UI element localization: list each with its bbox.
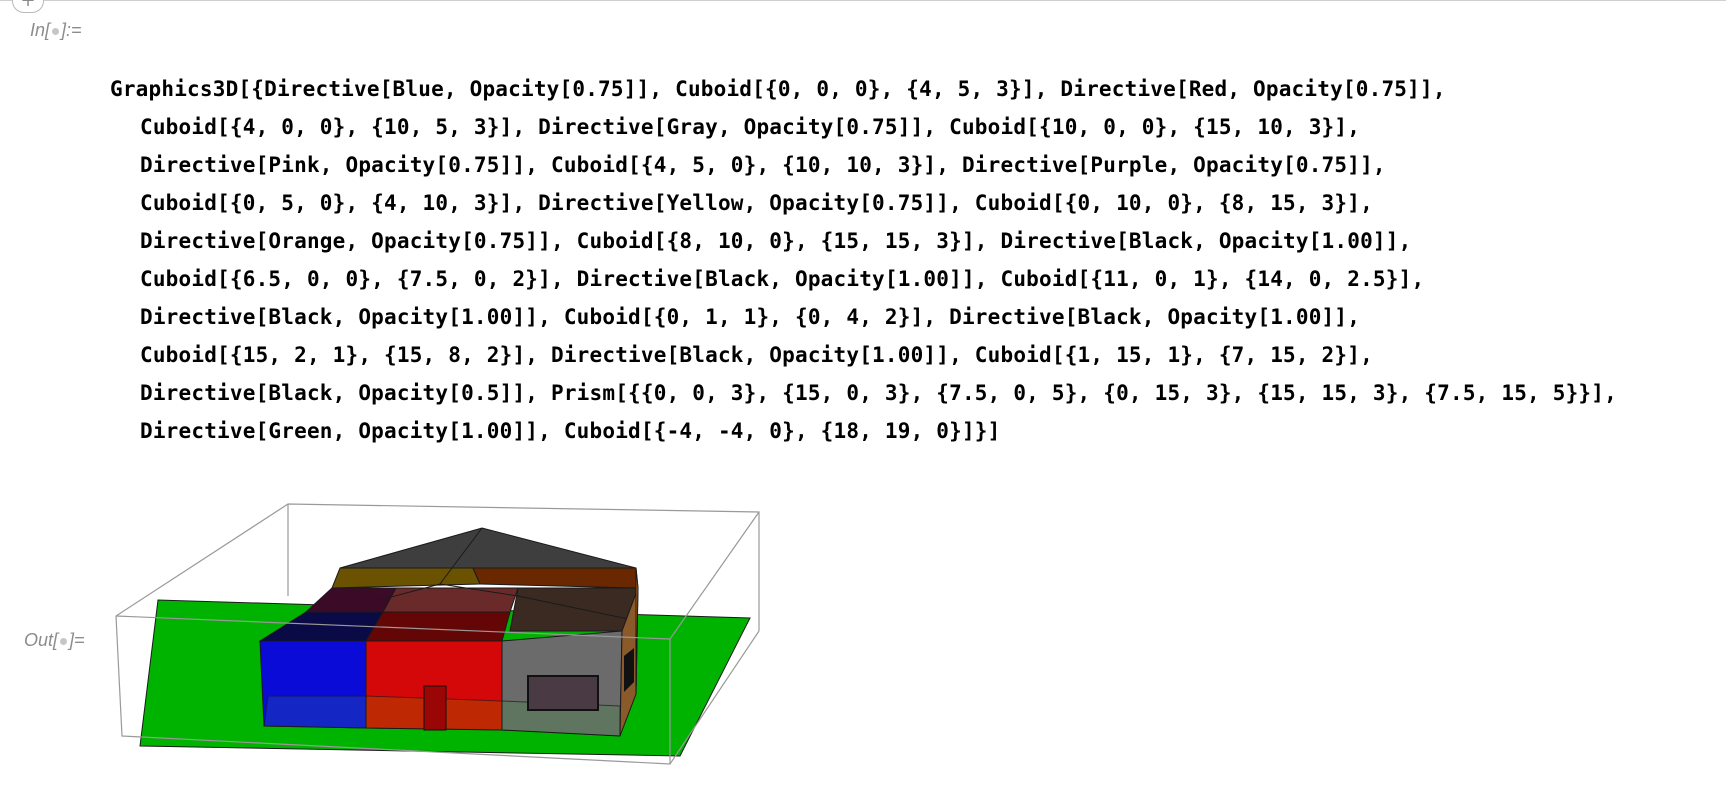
front-window [527,675,599,711]
roof-back-slope [339,527,637,569]
pink-room-top [382,587,519,613]
code-line: Directive[Orange, Opacity[0.75]], Cuboid… [140,229,1412,253]
code-line: Directive[Black, Opacity[1.00]], Cuboid[… [140,305,1361,329]
purple-room-top [304,587,397,613]
red-room-top [365,611,511,642]
graphics3d-output[interactable] [110,496,770,786]
gray-room-top [509,587,639,632]
input-cell-label: In[]:= [30,20,82,40]
yellow-room-top [331,567,481,589]
house-3d-render [115,503,760,765]
add-cell-button[interactable]: + [12,0,44,13]
code-line: Graphics3D[{Directive[Blue, Opacity[0.75… [110,77,1446,101]
cell-number-placeholder-icon [60,637,68,645]
cell-top-divider [0,0,1726,1]
code-line: Cuboid[{0, 5, 0}, {4, 10, 3}], Directive… [140,191,1373,215]
code-line: Directive[Black, Opacity[0.5]], Prism[{{… [140,381,1617,405]
code-line: Cuboid[{4, 0, 0}, {10, 5, 3}], Directive… [140,115,1361,139]
code-line: Cuboid[{6.5, 0, 0}, {7.5, 0, 2}], Direct… [140,267,1425,291]
front-door [423,685,447,731]
code-line: Cuboid[{15, 2, 1}, {15, 8, 2}], Directiv… [140,343,1373,367]
input-code[interactable]: Graphics3D[{Directive[Blue, Opacity[0.75… [110,70,1617,450]
blue-room-floor-tint [263,695,367,729]
output-cell-label: Out[]= [24,630,85,650]
plus-icon: + [20,0,36,11]
code-line: Directive[Green, Opacity[1.00]], Cuboid[… [140,419,1001,443]
code-line: Directive[Pink, Opacity[0.75]], Cuboid[{… [140,153,1386,177]
cell-number-placeholder-icon [52,27,60,35]
orange-room-top [472,567,639,589]
